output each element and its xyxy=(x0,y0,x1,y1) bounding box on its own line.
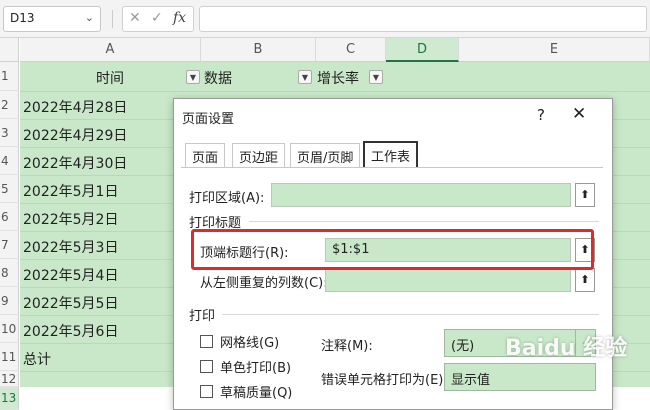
print-section: 打印 xyxy=(189,309,216,324)
tab-page[interactable]: 页面 xyxy=(185,143,226,167)
black-white-checkbox[interactable] xyxy=(200,360,213,373)
filter-dropdown-icon[interactable]: ▼ xyxy=(369,70,383,84)
row-header-4[interactable]: 4 xyxy=(0,147,19,175)
left-columns-label: 从左侧重复的列数(C): xyxy=(200,276,328,291)
row-header-2[interactable]: 2 xyxy=(0,91,19,119)
name-box-value: D13 xyxy=(10,11,35,25)
header-cell-data[interactable]: 数据 xyxy=(204,68,232,88)
comments-label: 注释(M): xyxy=(321,339,373,354)
collapse-dialog-icon[interactable]: ⬆ xyxy=(575,183,595,207)
tab-divider xyxy=(181,167,603,168)
row-header-3[interactable]: 3 xyxy=(0,119,19,147)
column-header-a[interactable]: A xyxy=(20,38,201,62)
formula-input[interactable] xyxy=(199,6,647,32)
row-header-9[interactable]: 9 xyxy=(0,287,19,315)
comments-value: (无) xyxy=(451,339,475,354)
row-header-7[interactable]: 7 xyxy=(0,231,19,259)
print-area-input[interactable] xyxy=(271,183,571,207)
enter-icon[interactable]: ✓ xyxy=(151,10,163,26)
date-cell[interactable]: 2022年5月5日 xyxy=(23,293,118,313)
row-header-11[interactable]: 11 xyxy=(0,343,19,371)
date-cell[interactable]: 2022年5月3日 xyxy=(23,237,118,257)
date-cell[interactable]: 2022年5月4日 xyxy=(23,265,118,285)
tab-sheet[interactable]: 工作表 xyxy=(363,141,419,167)
header-cell-growth[interactable]: 增长率 xyxy=(317,68,359,88)
black-white-label: 单色打印(B) xyxy=(220,361,292,376)
dialog-title: 页面设置 xyxy=(182,112,235,127)
select-all-corner[interactable] xyxy=(0,38,19,62)
row-header-10[interactable]: 10 xyxy=(0,315,19,343)
row-header-12[interactable]: 12 xyxy=(0,371,19,387)
errors-select[interactable]: 显示值 xyxy=(444,363,596,391)
watermark-logo: Baidu 经验 xyxy=(505,336,628,361)
divider xyxy=(112,10,113,28)
cancel-icon[interactable]: ✕ xyxy=(129,10,141,26)
row-header-13[interactable]: 13 xyxy=(0,387,19,410)
filter-dropdown-icon[interactable]: ▼ xyxy=(298,70,312,84)
chevron-down-icon[interactable]: ⌄ xyxy=(85,11,94,24)
filter-dropdown-icon[interactable]: ▼ xyxy=(186,70,200,84)
column-header-c[interactable]: C xyxy=(316,38,386,62)
date-cell[interactable]: 2022年4月28日 xyxy=(23,97,127,117)
gridlines-label: 网格线(G) xyxy=(220,336,280,351)
dialog-titlebar: 页面设置 ? ✕ xyxy=(174,99,612,133)
row-header-8[interactable]: 8 xyxy=(0,259,19,287)
row-header-5[interactable]: 5 xyxy=(0,175,19,203)
date-cell[interactable]: 2022年5月6日 xyxy=(23,321,118,341)
print-area-label: 打印区域(A): xyxy=(189,191,265,206)
draft-quality-label: 草稿质量(Q) xyxy=(220,386,293,401)
column-header-d[interactable]: D xyxy=(386,38,459,62)
close-icon[interactable]: ✕ xyxy=(572,104,586,124)
section-divider xyxy=(249,221,599,222)
help-icon[interactable]: ? xyxy=(537,106,545,124)
name-box[interactable]: D13 ⌄ xyxy=(3,6,101,32)
section-divider xyxy=(222,314,599,315)
left-columns-input[interactable] xyxy=(325,268,571,292)
date-cell[interactable]: 2022年4月29日 xyxy=(23,125,127,145)
errors-value: 显示值 xyxy=(451,373,491,388)
highlight-box xyxy=(191,229,594,270)
errors-label: 错误单元格打印为(E): xyxy=(321,373,448,388)
formula-buttons: ✕ ✓ fx xyxy=(122,6,194,32)
date-cell[interactable]: 2022年5月1日 xyxy=(23,181,118,201)
draft-quality-checkbox[interactable] xyxy=(200,385,213,398)
tab-header-footer[interactable]: 页眉/页脚 xyxy=(290,143,361,167)
column-header-e[interactable]: E xyxy=(459,38,650,62)
header-cell-time[interactable]: 时间 xyxy=(96,68,124,88)
total-cell[interactable]: 总计 xyxy=(23,349,51,369)
date-cell[interactable]: 2022年4月30日 xyxy=(23,153,127,173)
row-line xyxy=(20,91,650,92)
gridlines-checkbox[interactable] xyxy=(200,335,213,348)
fx-icon[interactable]: fx xyxy=(173,10,186,26)
row-header-1[interactable]: 1 xyxy=(0,62,19,91)
tab-margins[interactable]: 页边距 xyxy=(232,143,286,167)
column-header-b[interactable]: B xyxy=(201,38,316,62)
collapse-dialog-icon[interactable]: ⬆ xyxy=(575,268,595,292)
row-header-6[interactable]: 6 xyxy=(0,203,19,231)
date-cell[interactable]: 2022年5月2日 xyxy=(23,209,118,229)
